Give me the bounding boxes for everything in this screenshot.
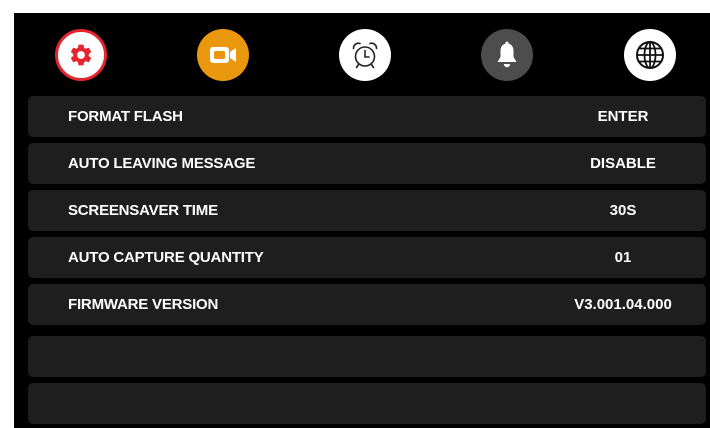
video-camera-icon: [210, 47, 236, 63]
menu-row-label: SCREENSAVER TIME: [68, 202, 218, 219]
menu-row-auto-leaving-message[interactable]: AUTO LEAVING MESSAGE DISABLE: [28, 143, 706, 184]
tab-ring-tone[interactable]: [481, 29, 533, 81]
tab-video[interactable]: [197, 29, 249, 81]
settings-screen: FORMAT FLASH ENTER AUTO LEAVING MESSAGE …: [14, 13, 710, 428]
menu-row-empty: [28, 336, 706, 377]
globe-icon: [636, 41, 664, 69]
menu-row-label: FORMAT FLASH: [68, 108, 183, 125]
menu-row-value: 30S: [609, 202, 637, 219]
menu-row-value: ENTER: [597, 108, 649, 125]
category-tab-bar: [14, 13, 710, 93]
menu-row-screensaver-time[interactable]: SCREENSAVER TIME 30S: [28, 190, 706, 231]
tab-language[interactable]: [624, 29, 676, 81]
menu-row-label: FIRMWARE VERSION: [68, 296, 219, 313]
gear-icon: [70, 44, 92, 66]
menu-row-label: AUTO LEAVING MESSAGE: [68, 155, 256, 172]
tab-alarm-clock[interactable]: [339, 29, 391, 81]
menu-row-value: DISABLE: [590, 155, 656, 172]
menu-row-value: V3.001.04.000: [574, 296, 672, 313]
menu-row-value: 01: [614, 249, 632, 266]
menu-row-label: AUTO CAPTURE QUANTITY: [68, 249, 264, 266]
menu-row-auto-capture-quantity[interactable]: AUTO CAPTURE QUANTITY 01: [28, 237, 706, 278]
menu-row-empty: [28, 383, 706, 424]
bell-icon: [497, 41, 517, 68]
tab-general-settings[interactable]: [55, 29, 107, 81]
menu-row-firmware-version: FIRMWARE VERSION V3.001.04.000: [28, 284, 706, 325]
menu-row-format-flash[interactable]: FORMAT FLASH ENTER: [28, 96, 706, 137]
alarm-clock-icon: [352, 42, 378, 69]
